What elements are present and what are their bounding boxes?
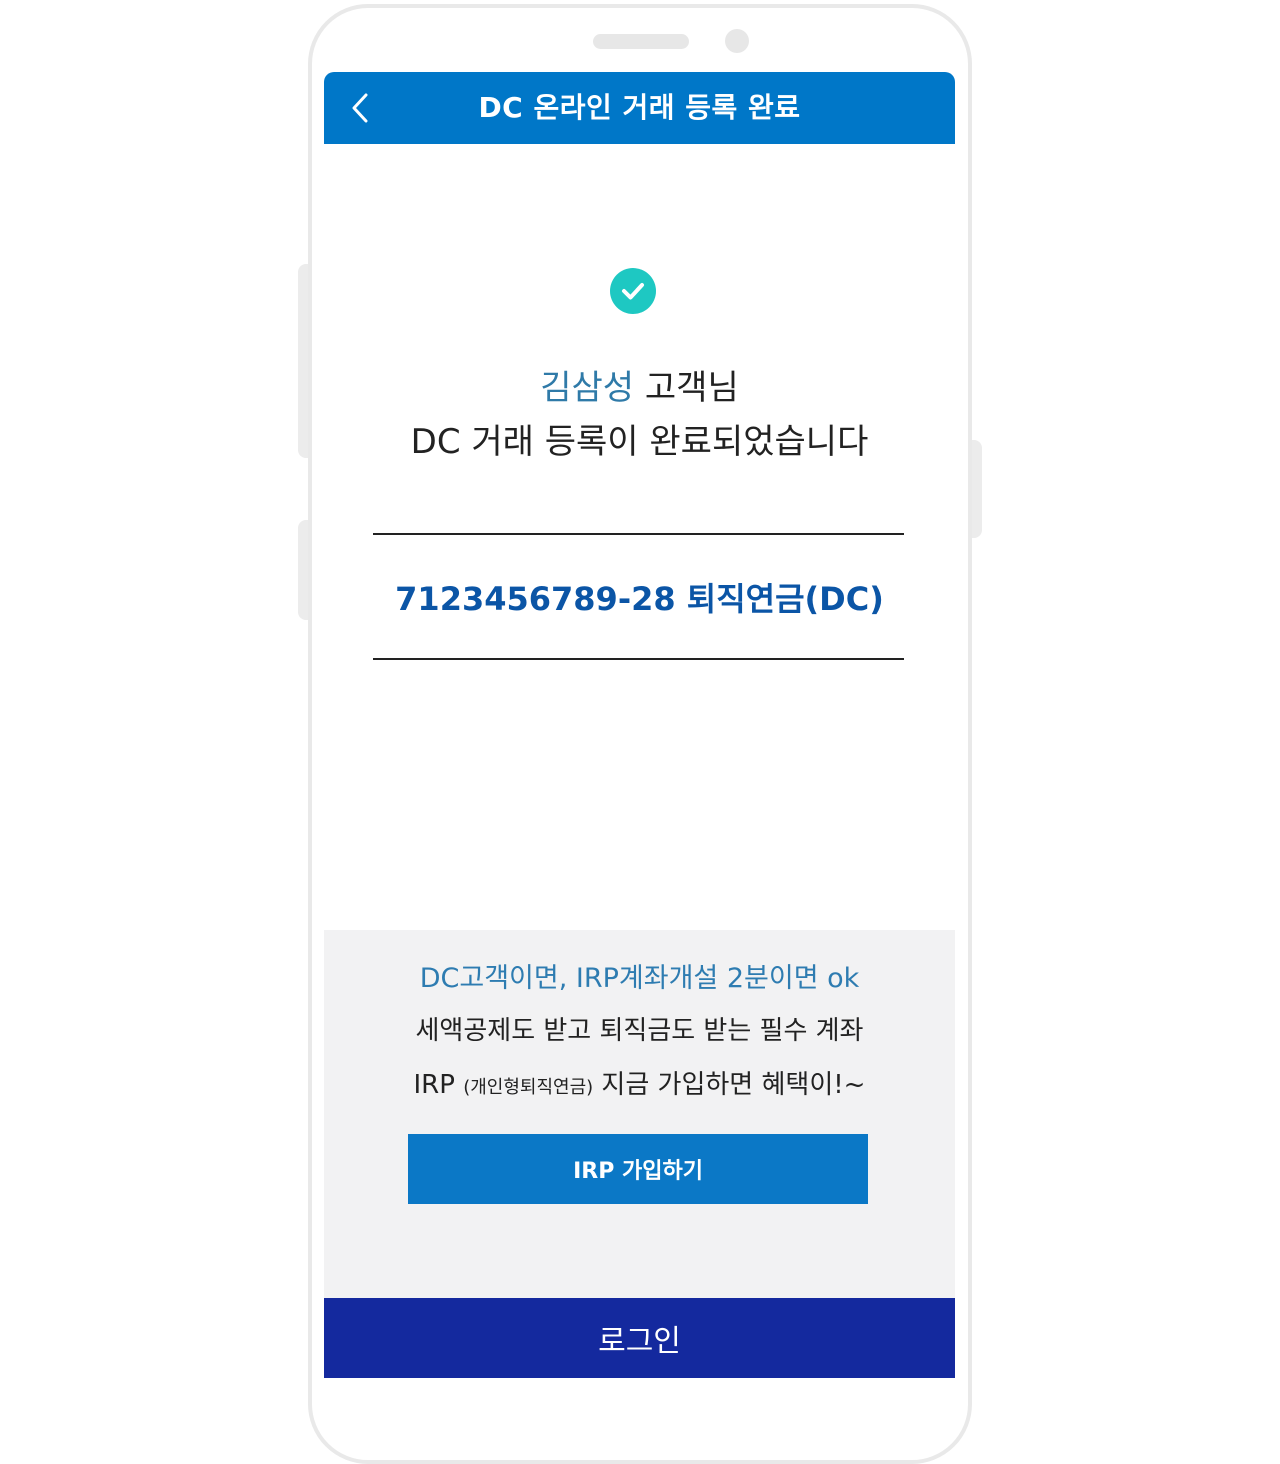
phone-camera bbox=[725, 29, 749, 53]
account-number: 7123456789-28 퇴직연금(DC) bbox=[395, 580, 884, 618]
check-circle-icon bbox=[610, 268, 656, 314]
promo-line-irp: IRP (개인형퇴직연금) 지금 가입하면 혜택이!~ bbox=[324, 1064, 955, 1101]
customer-name: 김삼성 bbox=[540, 368, 635, 408]
completion-message: DC 거래 등록이 완료되었습니다 bbox=[410, 422, 869, 462]
chevron-left-icon bbox=[352, 93, 368, 123]
back-button[interactable] bbox=[344, 90, 376, 126]
irp-signup-button[interactable]: IRP 가입하기 bbox=[408, 1134, 868, 1204]
promo-irp-label: IRP bbox=[413, 1070, 455, 1100]
promo-heading: DC고객이면, IRP계좌개설 2분이면 ok bbox=[419, 963, 860, 994]
greeting-line: 김삼성 고객님 bbox=[324, 360, 955, 409]
app-screen: DC 온라인 거래 등록 완료 김삼성 고객님 DC 거래 등록이 완료되었습니… bbox=[324, 72, 955, 1378]
page-title: DC 온라인 거래 등록 완료 bbox=[478, 91, 801, 124]
divider-bottom bbox=[373, 658, 904, 660]
promo-benefit-text: 지금 가입하면 혜택이!~ bbox=[593, 1070, 866, 1100]
login-button[interactable]: 로그인 bbox=[324, 1298, 955, 1378]
app-header: DC 온라인 거래 등록 완료 bbox=[324, 72, 955, 144]
honorific-text: 고객님 bbox=[634, 368, 739, 408]
promo-line: 세액공제도 받고 퇴직금도 받는 필수 계좌 bbox=[415, 1016, 864, 1046]
divider-top bbox=[373, 533, 904, 535]
promo-irp-note: (개인형퇴직연금) bbox=[463, 1077, 594, 1098]
phone-speaker bbox=[593, 34, 689, 49]
